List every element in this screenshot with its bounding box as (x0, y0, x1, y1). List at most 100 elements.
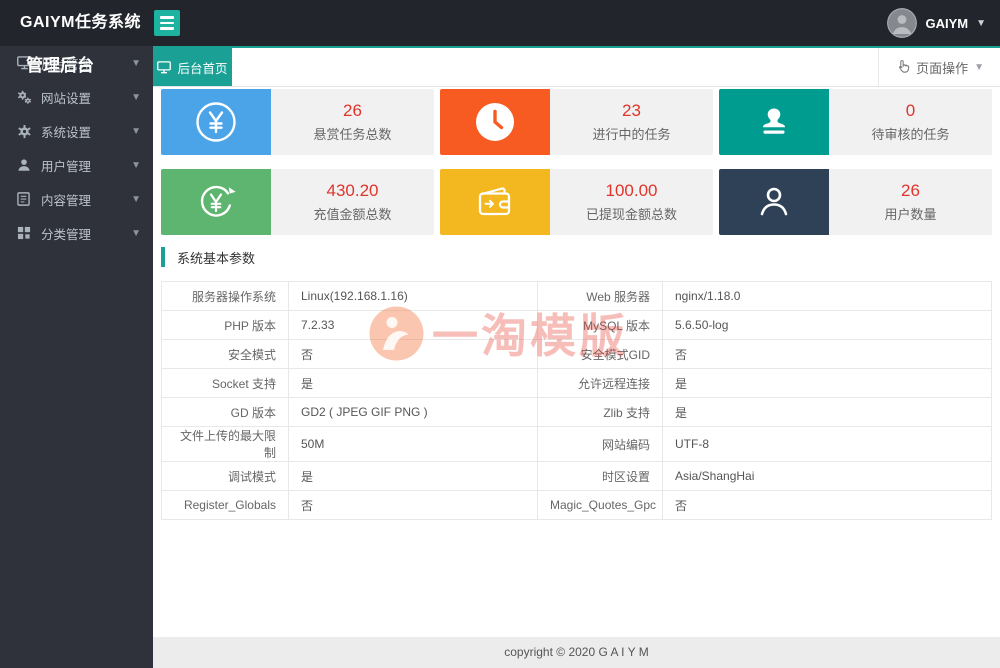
app-logo: GAIYM任务系统 (20, 0, 141, 46)
stat-label: 待审核的任务 (871, 124, 949, 143)
param-value: nginx/1.18.0 (663, 282, 992, 311)
sidebar-item-system-settings[interactable]: 系统设置 ▼ (0, 114, 153, 148)
param-value: 5.6.50-log (663, 311, 992, 340)
system-params-table: 服务器操作系统 Linux(192.168.1.16) Web 服务器 ngin… (161, 281, 992, 520)
stat-card-pending-review-tasks[interactable]: 0 待审核的任务 (719, 89, 992, 155)
stat-label: 用户数量 (884, 204, 936, 223)
stat-card-reward-tasks[interactable]: 26 悬赏任务总数 (161, 89, 434, 155)
param-label: 网站编码 (538, 427, 663, 462)
section-title: 系统基本参数 (177, 248, 255, 267)
wallet-icon (440, 169, 550, 235)
monitor-icon (17, 56, 33, 70)
param-value: GD2 ( JPEG GIF PNG ) (289, 398, 538, 427)
user-outline-icon (719, 169, 829, 235)
param-value: 否 (289, 340, 538, 369)
sidebar-item-label: 系统设置 (41, 122, 91, 141)
chevron-down-icon: ▼ (131, 160, 141, 171)
page-actions-label: 页面操作 (916, 58, 968, 77)
yen-refresh-icon (161, 169, 271, 235)
tab-label: 后台首页 (177, 58, 227, 77)
tab-dashboard-home[interactable]: 后台首页 (153, 48, 232, 86)
sidebar-item-label: 分类管理 (41, 224, 91, 243)
chevron-down-icon: ▼ (131, 126, 141, 137)
param-label: PHP 版本 (162, 311, 289, 340)
param-value: 是 (289, 369, 538, 398)
stat-card-active-tasks[interactable]: 23 进行中的任务 (440, 89, 713, 155)
table-row: 服务器操作系统 Linux(192.168.1.16) Web 服务器 ngin… (162, 282, 992, 311)
param-label: Magic_Quotes_Gpc (538, 491, 663, 520)
sidebar-item-label: 用户管理 (41, 156, 91, 175)
table-row: GD 版本 GD2 ( JPEG GIF PNG ) Zlib 支持 是 (162, 398, 992, 427)
stat-label: 充值金额总数 (313, 204, 391, 223)
accent-bar (161, 247, 165, 267)
tab-bar: 后台首页 页面操作 ▼ (153, 46, 1000, 87)
param-value: 否 (663, 340, 992, 369)
clock-icon (440, 89, 550, 155)
param-value: 是 (663, 369, 992, 398)
gear-icon (17, 124, 33, 139)
topbar: GAIYM任务系统 GAIYM ▼ (0, 0, 1000, 46)
param-label: 时区设置 (538, 462, 663, 491)
stat-value: 26 (343, 101, 362, 121)
param-value: 是 (663, 398, 992, 427)
param-label: Register_Globals (162, 491, 289, 520)
audit-stamp-icon (719, 89, 829, 155)
user-menu[interactable]: GAIYM ▼ (887, 0, 986, 46)
param-value: 7.2.33 (289, 311, 538, 340)
sidebar-item-users[interactable]: 用户管理 ▼ (0, 148, 153, 182)
document-icon (17, 192, 33, 206)
chevron-down-icon: ▼ (131, 92, 141, 103)
stat-value: 23 (622, 101, 641, 121)
sidebar-item-label: 后台管理 (41, 54, 91, 73)
cogs-icon (17, 90, 33, 105)
sidebar-item-label: 内容管理 (41, 190, 91, 209)
table-row: Socket 支持 是 允许远程连接 是 (162, 369, 992, 398)
stat-card-withdrawn-total[interactable]: 100.00 已提现金额总数 (440, 169, 713, 235)
stat-card-recharge-total[interactable]: 430.20 充值金额总数 (161, 169, 434, 235)
param-value: UTF-8 (663, 427, 992, 462)
param-label: MySQL 版本 (538, 311, 663, 340)
table-row: 文件上传的最大限制 50M 网站编码 UTF-8 (162, 427, 992, 462)
table-row: 调试模式 是 时区设置 Asia/ShangHai (162, 462, 992, 491)
sidebar-toggle-button[interactable] (154, 10, 180, 36)
param-label: 安全模式 (162, 340, 289, 369)
chevron-down-icon: ▼ (131, 228, 141, 239)
page-actions-button[interactable]: 页面操作 ▼ (878, 48, 1000, 86)
param-value: 50M (289, 427, 538, 462)
sidebar-item-categories[interactable]: 分类管理 ▼ (0, 216, 153, 250)
sidebar-item-content[interactable]: 内容管理 ▼ (0, 182, 153, 216)
chevron-down-icon: ▼ (974, 62, 984, 73)
username: GAIYM (925, 16, 968, 31)
hamburger-icon (160, 16, 174, 19)
yen-circle-icon (161, 89, 271, 155)
stat-card-user-count[interactable]: 26 用户数量 (719, 169, 992, 235)
sidebar-item-dashboard[interactable]: 后台管理 ▼ (0, 46, 153, 80)
section-header: 系统基本参数 (161, 247, 992, 267)
stat-label: 已提现金额总数 (586, 204, 677, 223)
user-icon (17, 158, 33, 172)
param-label: 调试模式 (162, 462, 289, 491)
monitor-icon (157, 61, 171, 74)
param-value: 否 (289, 491, 538, 520)
content: 26 悬赏任务总数 23 进行中的任务 0 待审核的 (161, 89, 992, 520)
sidebar-item-label: 网站设置 (41, 88, 91, 107)
stat-value: 0 (906, 101, 915, 121)
param-label: Socket 支持 (162, 369, 289, 398)
grid-icon (17, 226, 33, 240)
table-row: 安全模式 否 安全模式GID 否 (162, 340, 992, 369)
param-label: Web 服务器 (538, 282, 663, 311)
table-row: PHP 版本 7.2.33 MySQL 版本 5.6.50-log (162, 311, 992, 340)
param-value: 否 (663, 491, 992, 520)
param-value: Linux(192.168.1.16) (289, 282, 538, 311)
param-label: 允许远程连接 (538, 369, 663, 398)
main-area: 后台首页 页面操作 ▼ 26 悬赏任务总数 (153, 46, 1000, 637)
stat-label: 进行中的任务 (592, 124, 670, 143)
avatar (887, 8, 917, 38)
stat-value: 100.00 (606, 181, 658, 201)
stat-cards: 26 悬赏任务总数 23 进行中的任务 0 待审核的 (161, 89, 992, 235)
chevron-down-icon: ▼ (976, 18, 986, 29)
stat-label: 悬赏任务总数 (313, 124, 391, 143)
sidebar-item-site-settings[interactable]: 网站设置 ▼ (0, 80, 153, 114)
footer: copyright © 2020 G A I Y M (153, 637, 1000, 668)
param-label: GD 版本 (162, 398, 289, 427)
